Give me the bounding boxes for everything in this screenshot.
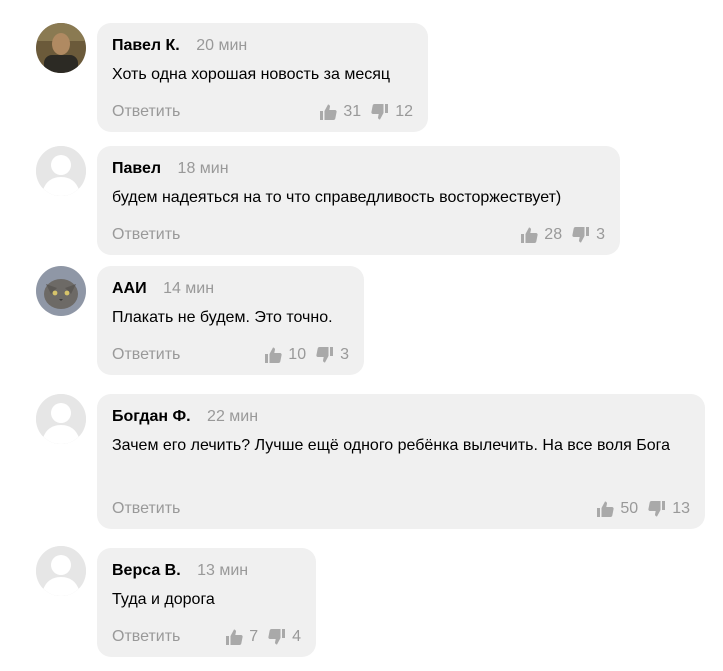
like-count: 7: [249, 628, 259, 645]
comment-bubble: Верса В. 13 мин Туда и дорога Ответить 7…: [97, 548, 316, 657]
comment-author[interactable]: Верса В.: [112, 562, 181, 579]
dislike-button[interactable]: 12: [371, 103, 413, 121]
thumbs-up-icon: [597, 501, 615, 517]
like-count: 50: [620, 500, 639, 517]
dislike-button[interactable]: 3: [316, 346, 349, 364]
avatar[interactable]: [36, 394, 86, 444]
thumbs-up-icon: [521, 227, 538, 243]
comment-time: 13 мин: [197, 562, 249, 579]
like-button[interactable]: 50: [596, 500, 638, 518]
comment-author[interactable]: Богдан Ф.: [112, 408, 191, 425]
dislike-count: 13: [672, 500, 690, 517]
comment-bubble: ААИ 14 мин Плакать не будем. Это точно. …: [97, 266, 364, 375]
reply-button[interactable]: Ответить: [112, 628, 180, 646]
user-placeholder-icon: [36, 146, 86, 196]
like-count: 31: [343, 103, 362, 120]
comment-time: 14 мин: [163, 280, 215, 297]
user-photo-icon: [36, 23, 86, 73]
comment-author[interactable]: Павел: [112, 160, 161, 177]
dislike-button[interactable]: 3: [572, 226, 605, 244]
thumbs-up-icon: [226, 629, 243, 645]
user-photo-icon: [36, 266, 86, 316]
reply-button[interactable]: Ответить: [112, 103, 180, 121]
comment-text: Туда и дорога: [112, 591, 215, 608]
avatar[interactable]: [36, 146, 86, 196]
dislike-button[interactable]: 13: [648, 500, 690, 518]
comment-text: Зачем его лечить? Лучше ещё одного ребён…: [112, 437, 671, 454]
user-placeholder-icon: [36, 546, 86, 596]
dislike-count: 12: [395, 103, 413, 120]
comment-time: 20 мин: [196, 37, 248, 54]
comment-bubble: Павел К. 20 мин Хоть одна хорошая новост…: [97, 23, 428, 132]
thumbs-down-icon: [371, 104, 389, 120]
thumbs-up-icon: [320, 104, 338, 120]
comment-text: Хоть одна хорошая новость за месяц: [112, 66, 391, 83]
dislike-count: 4: [292, 628, 301, 645]
dislike-button[interactable]: 4: [268, 628, 301, 646]
thumbs-down-icon: [316, 347, 334, 363]
reply-button[interactable]: Ответить: [112, 500, 180, 518]
comment-text: будем надеяться на то что справедливость…: [112, 189, 562, 206]
dislike-count: 3: [596, 226, 605, 243]
dislike-count: 3: [340, 346, 349, 363]
like-count: 28: [544, 226, 563, 243]
like-button[interactable]: 31: [319, 103, 361, 121]
avatar[interactable]: [36, 266, 86, 316]
like-button[interactable]: 7: [225, 628, 258, 646]
thumbs-down-icon: [572, 227, 590, 243]
reply-button[interactable]: Ответить: [112, 346, 180, 364]
reply-button[interactable]: Ответить: [112, 226, 180, 244]
like-button[interactable]: 28: [520, 226, 562, 244]
thumbs-down-icon: [268, 629, 286, 645]
thumbs-up-icon: [265, 347, 282, 363]
like-count: 10: [288, 346, 307, 363]
like-button[interactable]: 10: [264, 346, 306, 364]
comment-bubble: Богдан Ф. 22 мин Зачем его лечить? Лучше…: [97, 394, 705, 529]
comment-author[interactable]: ААИ: [112, 280, 147, 297]
thumbs-down-icon: [648, 501, 666, 517]
comment-author[interactable]: Павел К.: [112, 37, 180, 54]
comment-bubble: Павел 18 мин будем надеяться на то что с…: [97, 146, 620, 255]
avatar[interactable]: [36, 23, 86, 73]
user-placeholder-icon: [36, 394, 86, 444]
comment-time: 18 мин: [177, 160, 229, 177]
avatar[interactable]: [36, 546, 86, 596]
comment-time: 22 мин: [207, 408, 259, 425]
comment-text: Плакать не будем. Это точно.: [112, 309, 333, 326]
